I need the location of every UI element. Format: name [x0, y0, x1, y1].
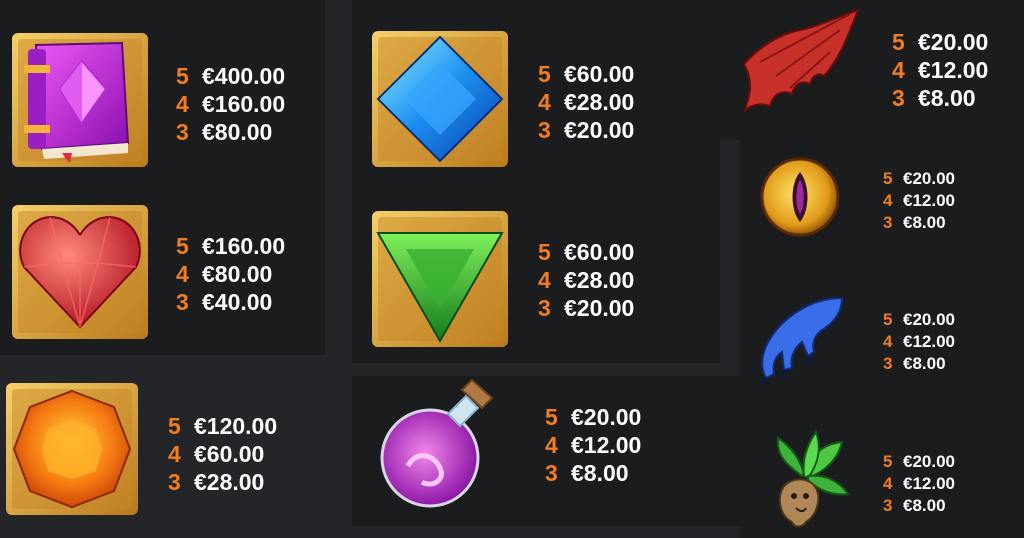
pay-row: 5 €400.00: [176, 63, 286, 89]
pay-row: 5 €20.00: [545, 404, 642, 430]
green-triangle-gem-icon: [370, 209, 510, 349]
paytable-wing: 5 €20.00 4 €12.00 3 €8.00: [892, 28, 988, 112]
pay-row: 3 €8.00: [883, 496, 946, 515]
pay-row: 5 €120.00: [168, 413, 278, 439]
pay-row: 3 €8.00: [545, 460, 629, 486]
potion-bottle-icon: [378, 378, 504, 510]
dragon-eye-icon: [758, 154, 842, 240]
pay-row: 5 €20.00: [883, 310, 955, 329]
pay-row: 5 €20.00: [892, 29, 989, 55]
pay-row: 4 €12.00: [545, 432, 642, 458]
pay-row: 5 €60.00: [538, 61, 635, 87]
pay-row: 3 €8.00: [883, 213, 946, 232]
pay-row: 3 €28.00: [168, 469, 265, 495]
mandrake-root-icon: [758, 426, 854, 530]
paytable-blue: 5 €60.00 4 €28.00 3 €20.00: [538, 60, 634, 144]
blue-claw-icon: [752, 290, 850, 386]
pay-row: 4 €12.00: [892, 57, 989, 83]
pay-row: 3 €80.00: [176, 119, 273, 145]
paytable-green: 5 €60.00 4 €28.00 3 €20.00: [538, 238, 634, 322]
pay-row: 5 €160.00: [176, 233, 286, 259]
pay-row: 3 €8.00: [883, 354, 946, 373]
pay-row: 5 €20.00: [883, 169, 955, 188]
paytable-orange: 5 €120.00 4 €60.00 3 €28.00: [168, 412, 277, 496]
pay-row: 4 €12.00: [883, 191, 955, 210]
paytable-potion: 5 €20.00 4 €12.00 3 €8.00: [545, 403, 641, 487]
pay-row: 4 €12.00: [883, 474, 955, 493]
paytable-claw: 5 €20.00 4 €12.00 3 €8.00: [883, 309, 955, 375]
paytable-root: 5 €20.00 4 €12.00 3 €8.00: [883, 451, 955, 517]
paytable-eye: 5 €20.00 4 €12.00 3 €8.00: [883, 168, 955, 234]
orange-gem-icon: [4, 381, 140, 517]
blue-diamond-gem-icon: [370, 29, 510, 169]
pay-row: 4 €60.00: [168, 441, 265, 467]
pay-row: 3 €8.00: [892, 85, 976, 111]
pay-row: 3 €40.00: [176, 289, 273, 315]
pay-row: 3 €20.00: [538, 117, 635, 143]
pay-row: 4 €160.00: [176, 91, 286, 117]
pay-row: 4 €28.00: [538, 89, 635, 115]
pay-row: 4 €80.00: [176, 261, 273, 287]
red-heart-gem-icon: [10, 203, 150, 341]
pay-row: 4 €28.00: [538, 267, 635, 293]
paytable-book: 5 €400.00 4 €160.00 3 €80.00: [176, 62, 285, 146]
dragon-wing-icon: [740, 6, 862, 116]
spellbook-icon: [10, 31, 150, 169]
pay-row: 5 €20.00: [883, 452, 955, 471]
pay-row: 4 €12.00: [883, 332, 955, 351]
pay-row: 5 €60.00: [538, 239, 635, 265]
pay-row: 3 €20.00: [538, 295, 635, 321]
paytable-heart: 5 €160.00 4 €80.00 3 €40.00: [176, 232, 285, 316]
